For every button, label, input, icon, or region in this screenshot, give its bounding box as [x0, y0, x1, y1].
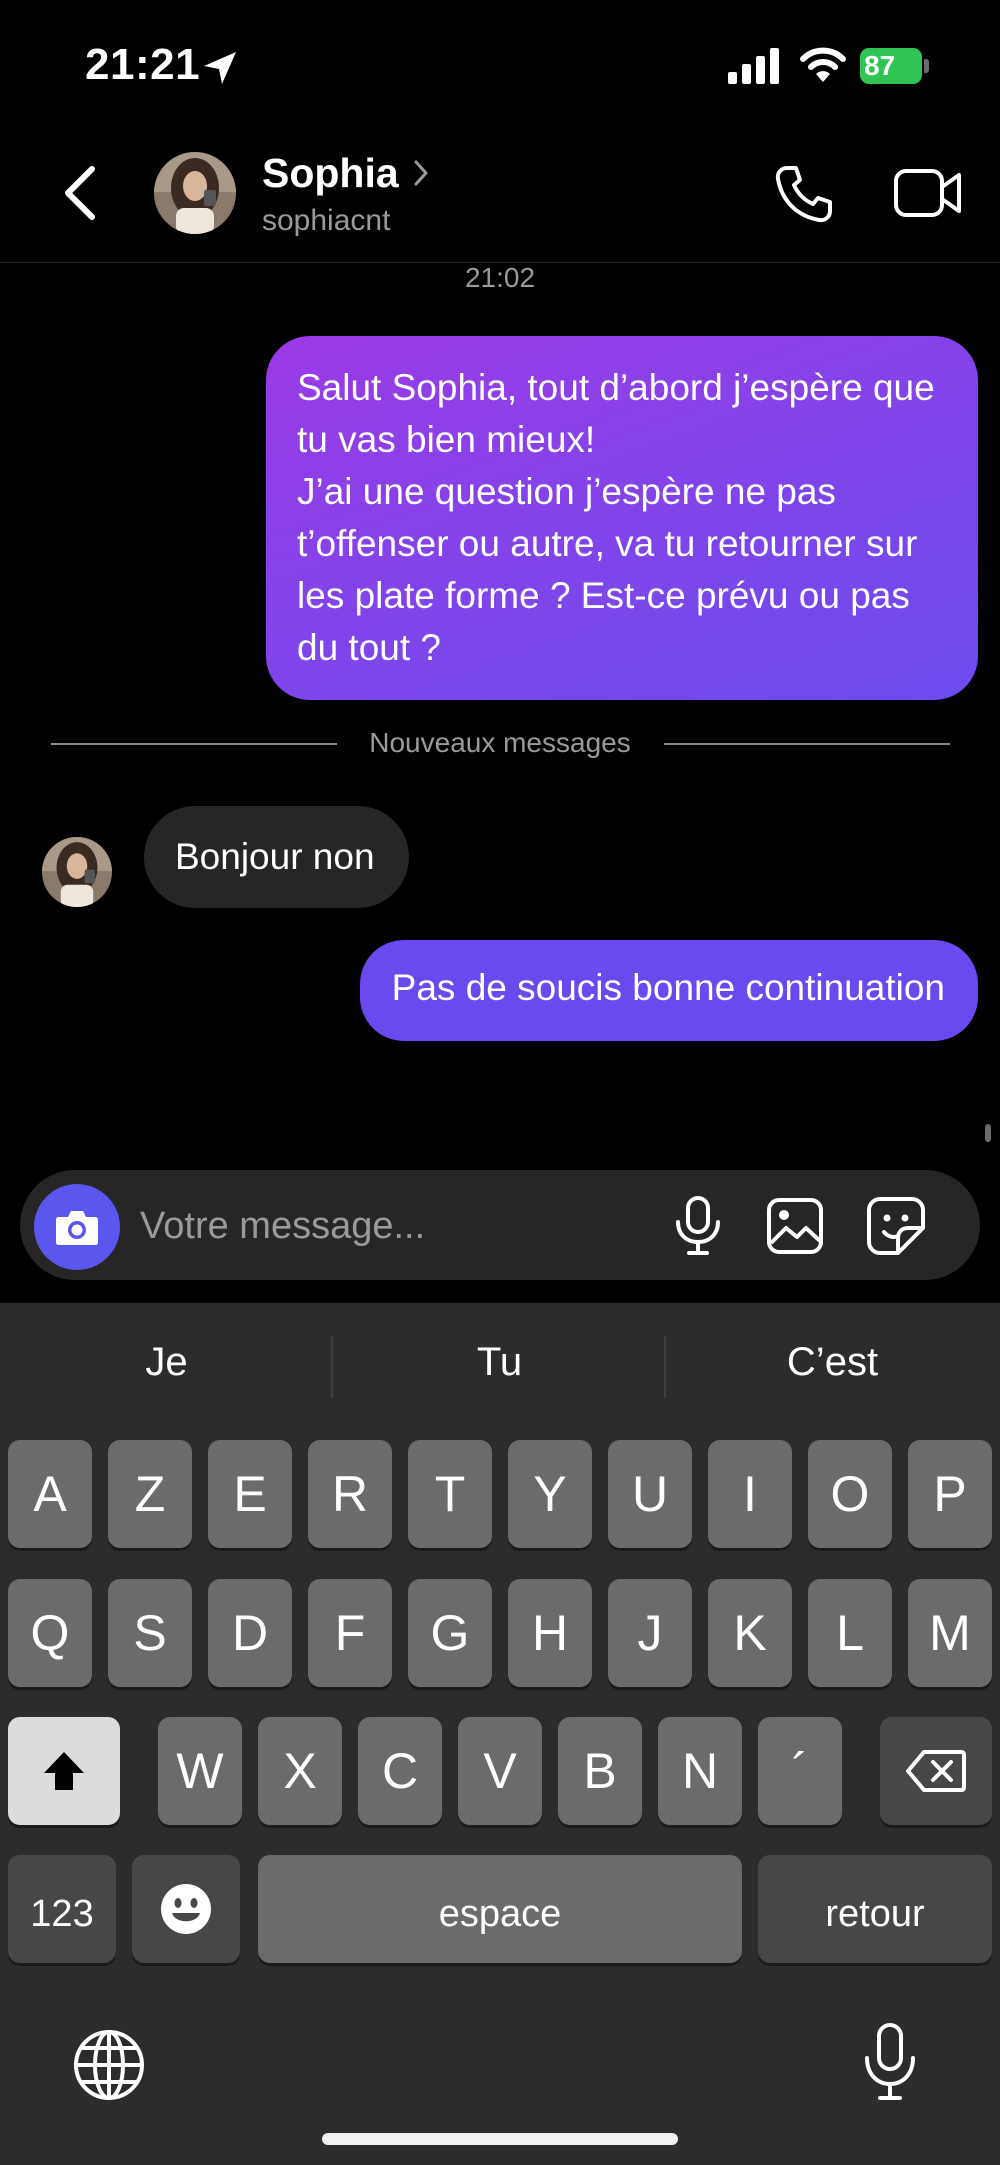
chevron-right-icon[interactable] — [410, 158, 432, 188]
avatar[interactable] — [42, 837, 112, 907]
key-r[interactable]: R — [308, 1440, 392, 1548]
shift-arrow-icon — [44, 1752, 84, 1790]
key-j[interactable]: J — [608, 1579, 692, 1687]
camera-button[interactable] — [34, 1184, 120, 1270]
return-key[interactable]: retour — [758, 1855, 992, 1963]
microphone-icon[interactable] — [672, 1196, 724, 1256]
message-text: Pas de soucis bonne continuation — [391, 967, 945, 1008]
space-key[interactable]: espace — [258, 1855, 742, 1963]
incoming-message-bubble[interactable]: Bonjour non — [144, 806, 409, 908]
emoji-key[interactable] — [132, 1855, 240, 1963]
key-b[interactable]: B — [558, 1717, 642, 1825]
numbers-key-label: 123 — [30, 1893, 94, 1935]
space-key-label: espace — [438, 1893, 562, 1935]
shift-key[interactable] — [8, 1717, 120, 1825]
suggestion-tu[interactable]: Tu — [333, 1340, 666, 1385]
key-a[interactable]: A — [8, 1440, 92, 1548]
key-f[interactable]: F — [308, 1579, 392, 1687]
key-u[interactable]: U — [608, 1440, 692, 1548]
message-text: Bonjour non — [175, 836, 375, 877]
location-arrow-icon — [204, 52, 236, 84]
key-c[interactable]: C — [358, 1717, 442, 1825]
back-chevron-icon[interactable] — [60, 163, 100, 223]
key-g[interactable]: G — [408, 1579, 492, 1687]
numbers-key[interactable]: 123 — [8, 1855, 116, 1963]
dictation-mic-icon[interactable] — [862, 2022, 918, 2102]
key-i[interactable]: I — [708, 1440, 792, 1548]
wifi-icon — [800, 47, 846, 82]
emoji-icon — [161, 1884, 211, 1934]
key-q[interactable]: Q — [8, 1579, 92, 1687]
key-t[interactable]: T — [408, 1440, 492, 1548]
camera-icon — [56, 1211, 98, 1245]
suggestion-je[interactable]: Je — [0, 1340, 333, 1385]
avatar[interactable] — [154, 152, 236, 234]
outgoing-message-bubble[interactable]: Pas de soucis bonne continuation — [359, 940, 978, 1041]
key-o[interactable]: O — [808, 1440, 892, 1548]
key-w[interactable]: W — [158, 1717, 242, 1825]
signal-icon — [728, 48, 779, 84]
new-messages-divider-line — [664, 743, 950, 745]
sticker-icon[interactable] — [866, 1196, 926, 1256]
message-timestamp: 21:02 — [464, 262, 536, 293]
video-camera-icon[interactable] — [893, 163, 963, 223]
key-l[interactable]: L — [808, 1579, 892, 1687]
key-x[interactable]: X — [258, 1717, 342, 1825]
key-p[interactable]: P — [908, 1440, 992, 1548]
status-time: 21:21 — [85, 40, 201, 89]
key-n[interactable]: N — [658, 1717, 742, 1825]
globe-icon[interactable] — [72, 2028, 146, 2102]
key-acute-accent[interactable]: ´ — [758, 1717, 842, 1825]
scroll-indicator[interactable] — [985, 1124, 991, 1142]
message-text: Salut Sophia, tout d’abord j’espère que … — [297, 367, 935, 460]
message-input[interactable] — [140, 1196, 640, 1256]
key-h[interactable]: H — [508, 1579, 592, 1687]
suggestion-cest[interactable]: C’est — [666, 1340, 999, 1385]
message-text: J’ai une question j’espère ne pas t’offe… — [297, 471, 918, 668]
contact-name[interactable]: Sophia — [262, 150, 399, 197]
outgoing-message-bubble[interactable]: Salut Sophia, tout d’abord j’espère que … — [266, 336, 978, 700]
key-s[interactable]: S — [108, 1579, 192, 1687]
key-e[interactable]: E — [208, 1440, 292, 1548]
battery-level: 87 — [864, 50, 896, 81]
key-k[interactable]: K — [708, 1579, 792, 1687]
key-v[interactable]: V — [458, 1717, 542, 1825]
image-icon[interactable] — [766, 1197, 824, 1255]
phone-icon[interactable] — [773, 163, 835, 225]
key-d[interactable]: D — [208, 1579, 292, 1687]
backspace-icon — [906, 1750, 966, 1792]
home-indicator[interactable] — [322, 2133, 678, 2145]
return-key-label: retour — [825, 1893, 925, 1935]
key-z[interactable]: Z — [108, 1440, 192, 1548]
battery-indicator: 87 — [860, 48, 930, 84]
key-y[interactable]: Y — [508, 1440, 592, 1548]
backspace-key[interactable] — [880, 1717, 992, 1825]
contact-username[interactable]: sophiacnt — [262, 204, 390, 238]
key-m[interactable]: M — [908, 1579, 992, 1687]
